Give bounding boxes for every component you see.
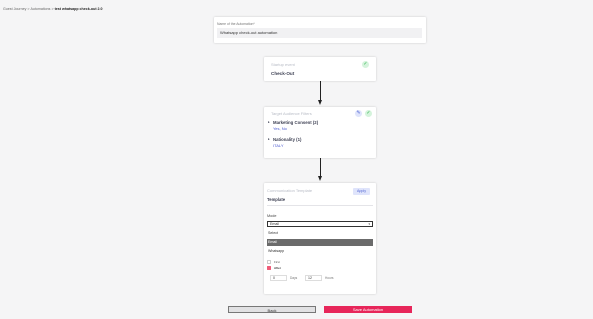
- mode-option-select[interactable]: Select: [267, 230, 373, 237]
- mode-option-whatsapp[interactable]: Whatsapp: [267, 248, 373, 255]
- arrow-down-icon: [318, 176, 322, 181]
- breadcrumb-item-automations[interactable]: Automations: [30, 7, 50, 11]
- after-label: After: [274, 266, 282, 270]
- back-button[interactable]: Back: [228, 306, 316, 313]
- apply-button[interactable]: Apply: [353, 188, 370, 195]
- mode-select-value: Email: [270, 222, 279, 226]
- mode-select[interactable]: Email ▾: [267, 221, 373, 227]
- expand-icon[interactable]: ▸: [268, 137, 270, 141]
- target-audience-title: Target Audience Filters: [271, 111, 312, 116]
- flow-connector: [320, 81, 321, 102]
- communication-template-card: Communication Template Apply Template Mo…: [264, 183, 376, 294]
- filter-marketing-consent-values: Yes, No: [273, 126, 287, 131]
- days-unit: Days: [290, 276, 298, 280]
- flow-connector: [320, 158, 321, 178]
- startup-event-title: Startup event: [271, 62, 295, 67]
- breadcrumb: Guest Journey>Automations>test whatsapp …: [3, 7, 103, 11]
- expand-icon[interactable]: ▸: [268, 120, 270, 124]
- breadcrumb-item-current: test whatsapp check-out 2.0: [54, 7, 103, 11]
- filter-marketing-consent[interactable]: Marketing Consent (2): [273, 120, 318, 125]
- automation-name-label: Name of the Automation*: [217, 22, 255, 26]
- communication-template-title: Communication Template: [267, 188, 313, 193]
- check-icon: ✓: [365, 110, 372, 117]
- hours-input[interactable]: 12: [305, 275, 322, 281]
- hours-unit: Hours: [325, 276, 334, 280]
- automation-name-input[interactable]: Whatsapp check-out automation: [217, 28, 422, 38]
- startup-event-card[interactable]: Startup event ✓ Check-Out: [264, 57, 376, 81]
- target-audience-card[interactable]: Target Audience Filters ✎ ✓ ▸ Marketing …: [264, 107, 376, 158]
- breadcrumb-separator: >: [51, 7, 54, 11]
- divider: [267, 205, 373, 206]
- template-heading: Template: [267, 197, 286, 202]
- check-icon: ✓: [362, 61, 369, 68]
- arrow-down-icon: [318, 100, 322, 105]
- mode-label: Mode: [267, 214, 277, 218]
- first-label: First: [274, 260, 280, 264]
- days-input[interactable]: 0: [270, 275, 287, 281]
- breadcrumb-item-guest-journey[interactable]: Guest Journey: [3, 7, 26, 11]
- filter-nationality-values: ITALY: [273, 143, 284, 148]
- chevron-down-icon: ▾: [368, 222, 370, 226]
- edit-icon[interactable]: ✎: [355, 110, 362, 117]
- first-checkbox[interactable]: [267, 260, 271, 264]
- save-automation-button[interactable]: Save Automation: [324, 306, 412, 313]
- after-checkbox[interactable]: [267, 266, 271, 270]
- mode-option-email[interactable]: Email: [267, 239, 373, 246]
- startup-event-value: Check-Out: [271, 71, 295, 76]
- filter-nationality[interactable]: Nationality (1): [273, 137, 301, 142]
- automation-name-card: Name of the Automation* Whatsapp check-o…: [214, 17, 426, 43]
